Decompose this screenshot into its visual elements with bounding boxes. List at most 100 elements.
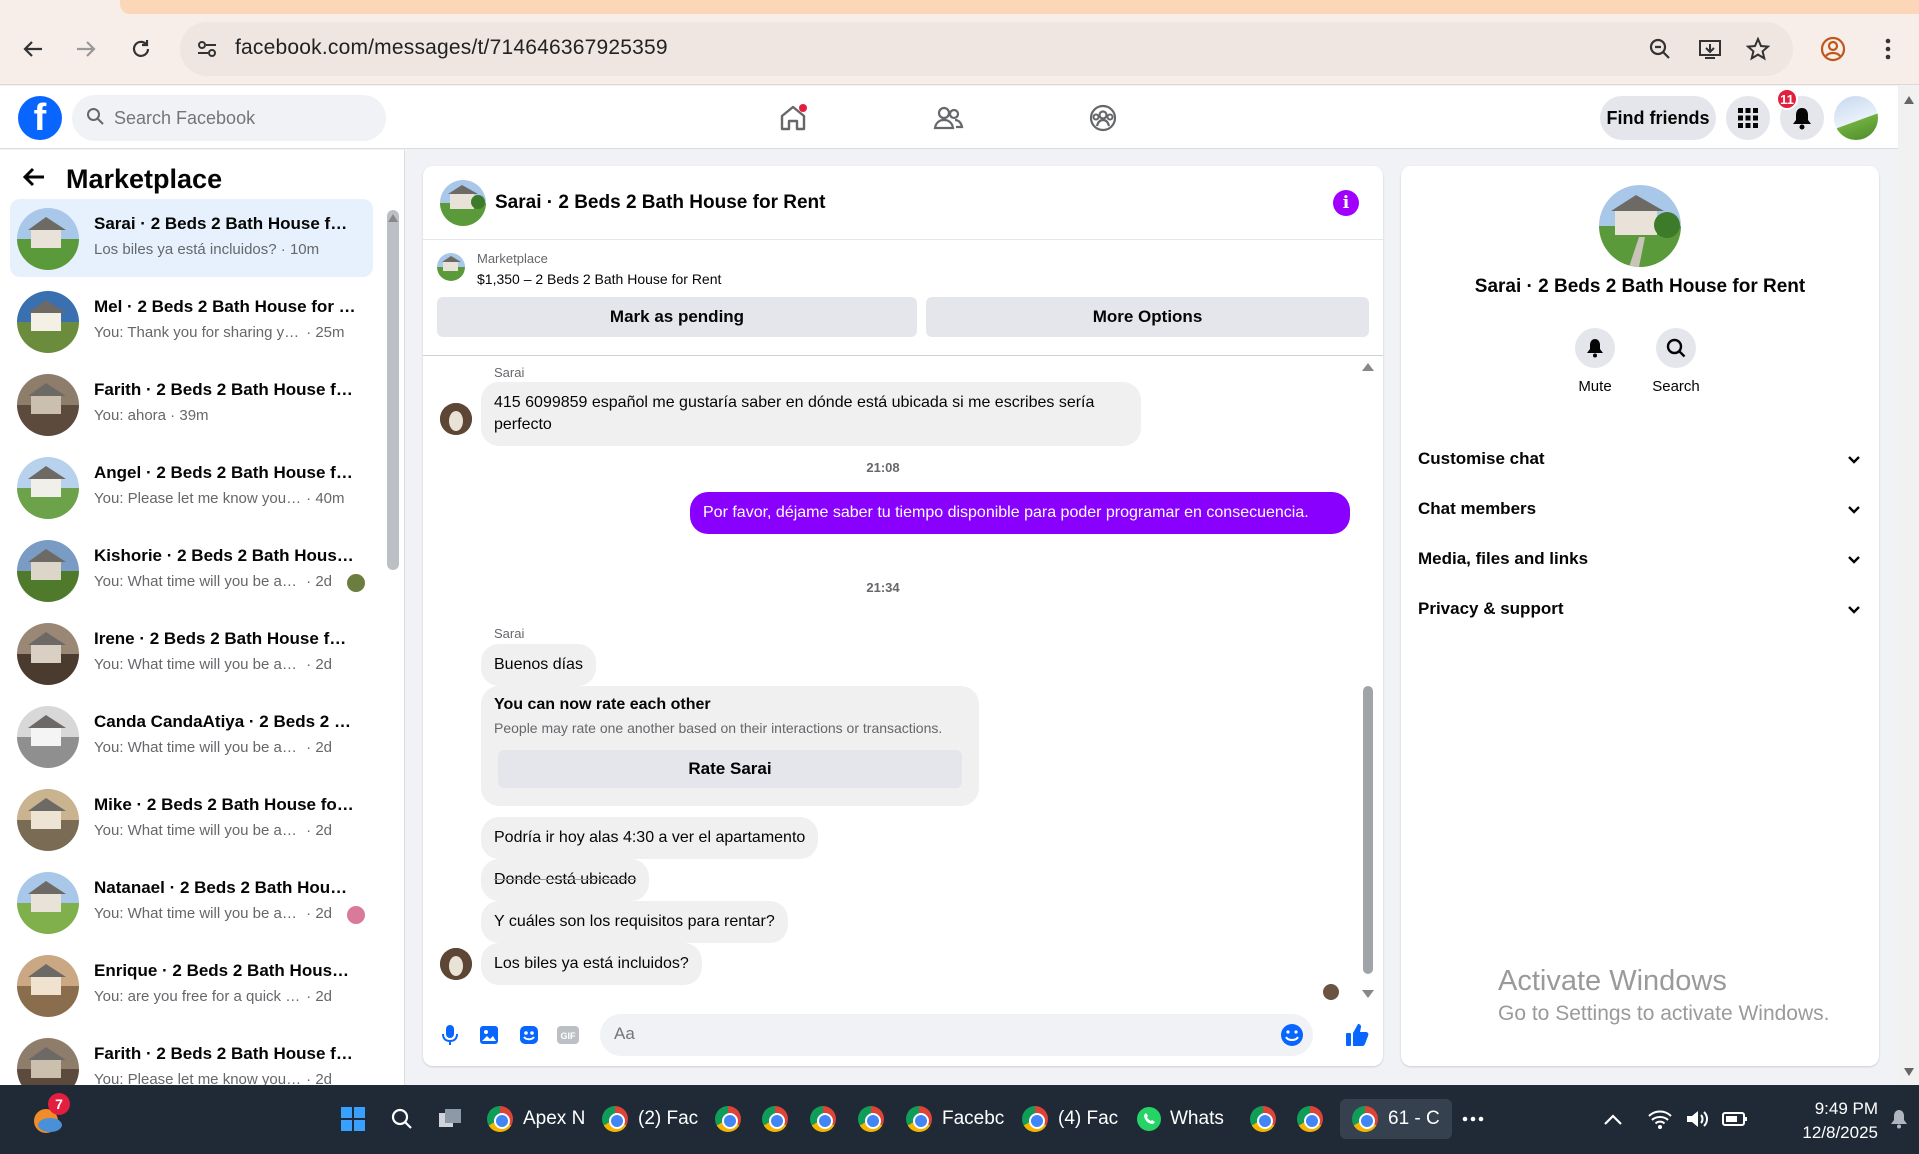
conversation-item[interactable]: Angel · 2 Beds 2 Bath House for Rent You:… bbox=[10, 448, 373, 526]
taskbar-overflow-icon[interactable] bbox=[1462, 1099, 1484, 1139]
friends-icon[interactable] bbox=[928, 98, 968, 138]
url-text[interactable]: facebook.com/messages/t/714646367925359 bbox=[235, 36, 668, 60]
info-section-row[interactable]: Chat members bbox=[1418, 489, 1860, 529]
sender-avatar[interactable] bbox=[440, 403, 472, 435]
message-bubble[interactable]: 415 6099859 español me gustaría saber en… bbox=[481, 382, 1141, 446]
mute-action[interactable]: Mute bbox=[1560, 328, 1630, 395]
message-bubble[interactable]: Podría ir hoy alas 4:30 a ver el apartam… bbox=[481, 817, 819, 859]
sticker-icon[interactable] bbox=[516, 1022, 542, 1048]
volume-icon[interactable] bbox=[1685, 1099, 1711, 1139]
message-bubble[interactable]: Y cuáles son los requisitos para rentar? bbox=[481, 901, 788, 943]
search-in-conversation-icon[interactable] bbox=[1656, 328, 1696, 368]
page-scroll-up-icon[interactable] bbox=[1903, 92, 1915, 110]
bookmark-star-icon[interactable] bbox=[1745, 36, 1771, 62]
info-section-row[interactable]: Media, files and links bbox=[1418, 539, 1860, 579]
message-input[interactable] bbox=[614, 1024, 1254, 1044]
taskbar-app-chrome-1[interactable]: Apex N bbox=[487, 1099, 585, 1139]
info-section-row[interactable]: Privacy & support bbox=[1418, 589, 1860, 629]
microphone-icon[interactable] bbox=[437, 1022, 463, 1048]
facebook-search[interactable] bbox=[72, 95, 386, 141]
chat-scroll-down-icon[interactable] bbox=[1361, 986, 1375, 1004]
conversation-item[interactable]: Farith · 2 Beds 2 Bath House for Rent You… bbox=[10, 365, 373, 443]
battery-icon[interactable] bbox=[1722, 1099, 1748, 1139]
taskbar-app-chrome-active[interactable]: 61 - C bbox=[1340, 1099, 1452, 1139]
conversation-item[interactable]: Enrique · 2 Beds 2 Bath House for Rent Yo… bbox=[10, 946, 373, 1024]
address-bar[interactable]: facebook.com/messages/t/714646367925359 bbox=[180, 22, 1793, 76]
groups-icon[interactable] bbox=[1083, 98, 1123, 138]
thumbs-up-icon[interactable] bbox=[1344, 1022, 1370, 1048]
taskbar-app-chrome-8[interactable]: (4) Fac bbox=[1022, 1099, 1118, 1139]
show-hidden-icons-icon[interactable] bbox=[1604, 1099, 1622, 1139]
info-panel-avatar[interactable] bbox=[1599, 185, 1681, 267]
back-arrow-icon[interactable] bbox=[22, 164, 46, 195]
account-avatar[interactable] bbox=[1834, 96, 1878, 140]
message-bubble[interactable]: Buenos días bbox=[481, 644, 596, 686]
taskbar-app-chrome-6[interactable] bbox=[858, 1099, 884, 1139]
chevron-down-icon bbox=[1848, 452, 1860, 467]
message-input-box[interactable] bbox=[600, 1014, 1313, 1056]
conversation-item[interactable]: Natanael · 2 Beds 2 Bath House for Rent Y… bbox=[10, 863, 373, 941]
listing-price[interactable]: $1,350 – 2 Beds 2 Bath House for Rent bbox=[477, 271, 721, 287]
mute-bell-icon[interactable] bbox=[1575, 328, 1615, 368]
search-action[interactable]: Search bbox=[1641, 328, 1711, 395]
message-bubble[interactable]: Los biles ya está incluidos? bbox=[481, 943, 702, 985]
rate-sarai-button[interactable]: Rate Sarai bbox=[498, 750, 962, 788]
notification-center-bell-icon[interactable] bbox=[1890, 1099, 1908, 1139]
menu-grid-icon[interactable] bbox=[1726, 96, 1770, 140]
reload-icon[interactable] bbox=[123, 31, 159, 67]
more-options-button[interactable]: More Options bbox=[926, 297, 1369, 337]
conversation-item[interactable]: Mike · 2 Beds 2 Bath House for Rent You: … bbox=[10, 780, 373, 858]
photo-icon[interactable] bbox=[476, 1022, 502, 1048]
message-bubble[interactable]: Donde está ubicado bbox=[481, 859, 650, 901]
chat-avatar[interactable] bbox=[440, 180, 486, 226]
conversation-item[interactable]: Kishorie · 2 Beds 2 Bath House for Rent Y… bbox=[10, 531, 373, 609]
chat-scroll-up-icon[interactable] bbox=[1361, 359, 1375, 377]
install-app-icon[interactable] bbox=[1697, 36, 1723, 62]
snippet-time: 2d bbox=[315, 905, 333, 922]
sidebar-scrollbar[interactable] bbox=[387, 210, 399, 570]
clock-time: 9:49 PM bbox=[1814, 1099, 1878, 1118]
conversation-item[interactable]: Canda CandaAtiya · 2 Beds 2 Bath House f… bbox=[10, 697, 373, 775]
page-scroll-down-icon[interactable] bbox=[1903, 1064, 1915, 1082]
wifi-icon[interactable] bbox=[1648, 1099, 1672, 1139]
site-settings-icon[interactable] bbox=[194, 36, 220, 62]
start-windows-icon[interactable] bbox=[340, 1099, 366, 1139]
clock[interactable]: 9:49 PM 12/8/2025 bbox=[1768, 1097, 1878, 1145]
taskbar-search-icon[interactable] bbox=[390, 1099, 414, 1139]
gif-icon[interactable]: GIF bbox=[555, 1022, 581, 1048]
browser-menu-icon[interactable] bbox=[1870, 31, 1906, 67]
task-view-icon[interactable] bbox=[438, 1099, 462, 1139]
taskbar-app-chrome-9[interactable] bbox=[1250, 1099, 1276, 1139]
emoji-icon[interactable] bbox=[1280, 1023, 1304, 1052]
conversation-item[interactable]: Sarai · 2 Beds 2 Bath House for Rent Los … bbox=[10, 199, 373, 277]
zoom-icon[interactable] bbox=[1647, 36, 1673, 62]
taskbar-app-chrome-3[interactable] bbox=[715, 1099, 741, 1139]
forward-icon[interactable] bbox=[68, 31, 104, 67]
back-icon[interactable] bbox=[15, 31, 51, 67]
taskbar-app-chrome-10[interactable] bbox=[1297, 1099, 1323, 1139]
search-input[interactable] bbox=[114, 107, 354, 129]
conversation-item[interactable]: Irene · 2 Beds 2 Bath House for Rent You:… bbox=[10, 614, 373, 692]
taskbar-app-whatsapp[interactable]: Whats bbox=[1136, 1099, 1224, 1139]
taskbar-app-chrome-2[interactable]: (2) Fac bbox=[602, 1099, 698, 1139]
my-message-bubble[interactable]: Por favor, déjame saber tu tiempo dispon… bbox=[690, 492, 1350, 534]
mark-as-pending-button[interactable]: Mark as pending bbox=[437, 297, 917, 337]
page-scrollbar[interactable] bbox=[1898, 86, 1919, 1085]
facebook-logo-icon[interactable]: f bbox=[18, 96, 62, 140]
taskbar-app-chrome-5[interactable] bbox=[810, 1099, 836, 1139]
conversation-item[interactable]: Farith · 2 Beds 2 Bath House for Rent You… bbox=[10, 1029, 373, 1085]
taskbar-app-chrome-7[interactable]: Facebc bbox=[906, 1099, 1004, 1139]
info-section-row[interactable]: Customise chat bbox=[1418, 439, 1860, 479]
chat-scrollbar[interactable] bbox=[1363, 686, 1373, 974]
sender-avatar[interactable] bbox=[440, 948, 472, 980]
sidebar-scroll-up-icon[interactable] bbox=[387, 210, 399, 228]
chat-title[interactable]: Sarai · 2 Beds 2 Bath House for Rent bbox=[495, 192, 825, 214]
listing-thumbnail[interactable] bbox=[437, 253, 465, 281]
taskbar-app-chrome-4[interactable] bbox=[762, 1099, 788, 1139]
profile-icon[interactable] bbox=[1815, 31, 1851, 67]
conversation-item[interactable]: Mel · 2 Beds 2 Bath House for Rent You: T… bbox=[10, 282, 373, 360]
conversation-info-icon[interactable]: i bbox=[1333, 190, 1359, 216]
svg-text:GIF: GIF bbox=[561, 1031, 577, 1041]
find-friends-button[interactable]: Find friends bbox=[1600, 96, 1716, 140]
home-icon[interactable] bbox=[773, 98, 813, 138]
